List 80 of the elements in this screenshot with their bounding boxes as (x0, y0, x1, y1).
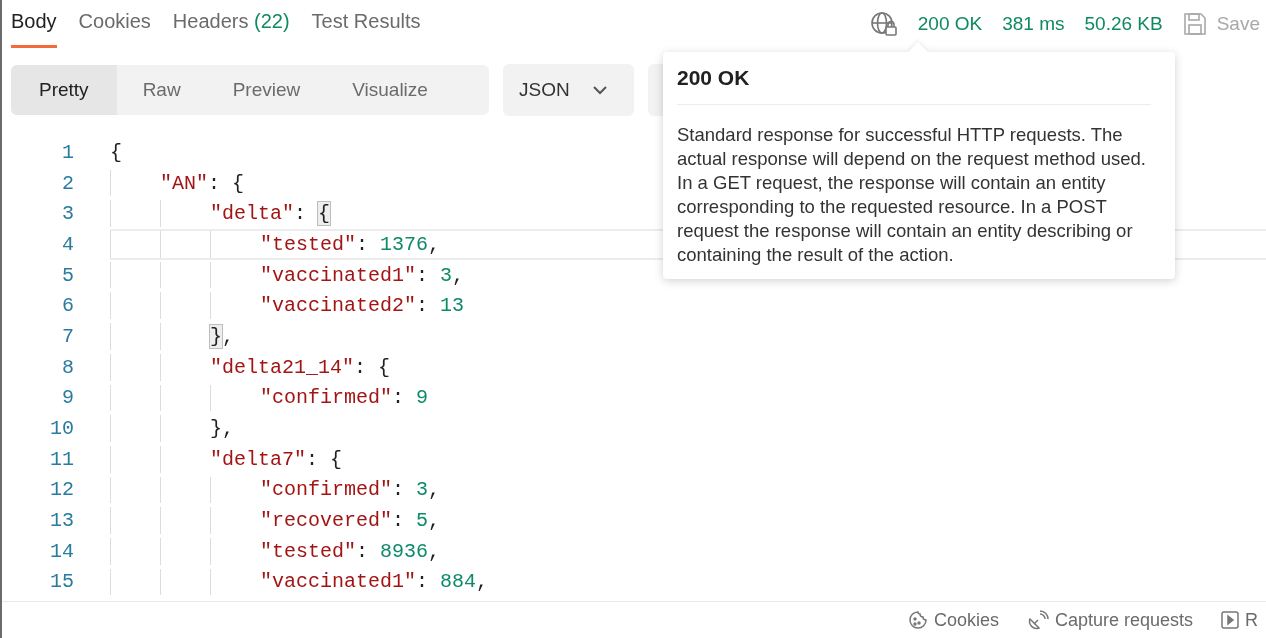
json-punctuation: , (428, 232, 441, 256)
json-punctuation: : (392, 386, 406, 410)
json-key: "delta" (210, 202, 294, 226)
json-key: "AN" (160, 171, 208, 195)
json-punctuation: : (416, 570, 430, 594)
tooltip-title: 200 OK (677, 66, 1151, 105)
response-tab[interactable]: Headers (22) (172, 10, 290, 48)
json-key: "vaccinated1" (260, 263, 417, 287)
json-key: "confirmed" (260, 478, 393, 502)
json-number: 3 (416, 478, 429, 502)
tooltip-text: Standard response for successful HTTP requests. The actual response will depend on the request method used. In a GET request, the response will contain an entity corresponding to the requested resource. In a POST request the response will contain an entity describing or containing the result of the action. (677, 123, 1147, 267)
json-punctuation: , (428, 539, 441, 563)
json-key: "vaccinated2" (260, 294, 417, 318)
json-punctuation: : { (354, 355, 391, 379)
json-key: "tested" (260, 539, 356, 563)
json-key: "confirmed" (260, 386, 393, 410)
line-number: 3 (61, 202, 74, 226)
status-bar-button[interactable]: Cookies (907, 609, 999, 631)
json-punctuation: : { (208, 171, 245, 195)
line-number: 4 (61, 232, 74, 256)
json-punctuation: : (416, 294, 430, 318)
line-number: 9 (61, 386, 74, 410)
json-key: "delta7" (210, 447, 306, 471)
satellite-dish-icon (1026, 610, 1049, 630)
response-time[interactable]: 381 ms (1002, 13, 1065, 35)
globe-lock-icon (869, 11, 898, 37)
line-number: 15 (49, 570, 74, 594)
json-number: 9 (416, 386, 429, 410)
line-number: 8 (61, 355, 74, 379)
cookie-icon (907, 610, 928, 630)
status-bar-button[interactable]: Capture requests (1026, 609, 1193, 631)
json-number: 3 (440, 263, 453, 287)
json-key: "delta21_14" (210, 355, 355, 379)
json-number: 5 (416, 509, 429, 533)
json-key: "vaccinated1" (260, 570, 417, 594)
line-number: 6 (61, 294, 74, 318)
json-punctuation: , (428, 509, 441, 533)
json-punctuation: : (392, 478, 406, 502)
line-number: 1 (61, 140, 74, 164)
json-number: 1376 (380, 232, 429, 256)
json-punctuation: , (222, 324, 235, 348)
line-number: 11 (49, 447, 74, 471)
json-punctuation: : (356, 232, 370, 256)
response-tab[interactable]: Cookies (78, 10, 151, 48)
json-punctuation: , (428, 478, 441, 502)
json-punctuation: , (476, 570, 489, 594)
status-code[interactable]: 200 OK (917, 13, 983, 35)
json-punctuation: { (110, 140, 122, 164)
json-punctuation: : (392, 509, 406, 533)
chevron-down-icon (591, 85, 608, 95)
format-dropdown[interactable]: JSON (503, 64, 634, 116)
response-size[interactable]: 50.26 KB (1084, 13, 1163, 35)
response-tab[interactable]: Body (11, 10, 57, 48)
json-key: "tested" (260, 232, 356, 256)
line-number: 10 (49, 417, 74, 441)
json-number: 884 (440, 570, 477, 594)
matched-bracket: } (210, 324, 222, 348)
json-punctuation: : (416, 263, 430, 287)
line-number: 5 (61, 263, 74, 287)
line-number: 12 (49, 478, 74, 502)
view-mode-tab[interactable]: Preview (206, 65, 327, 115)
json-punctuation: : (356, 539, 370, 563)
status-bar-button[interactable]: R (1221, 609, 1258, 631)
json-number: 13 (440, 294, 465, 318)
line-number: 7 (61, 324, 74, 348)
view-mode-tab[interactable]: Pretty (11, 65, 117, 115)
line-number: 2 (61, 171, 74, 195)
json-key: "recovered" (260, 509, 393, 533)
json-number: 8936 (380, 539, 429, 563)
json-punctuation: }, (210, 417, 234, 441)
line-number: 14 (49, 539, 74, 563)
view-mode-tab[interactable]: Raw (116, 65, 207, 115)
response-tab[interactable]: Test Results (311, 10, 421, 48)
json-punctuation: , (452, 263, 465, 287)
json-punctuation: : { (306, 447, 343, 471)
play-box-icon (1221, 611, 1239, 629)
line-number: 13 (49, 509, 74, 533)
matched-bracket: { (318, 202, 331, 226)
json-punctuation: : (294, 202, 308, 226)
view-mode-tab[interactable]: Visualize (326, 65, 454, 115)
